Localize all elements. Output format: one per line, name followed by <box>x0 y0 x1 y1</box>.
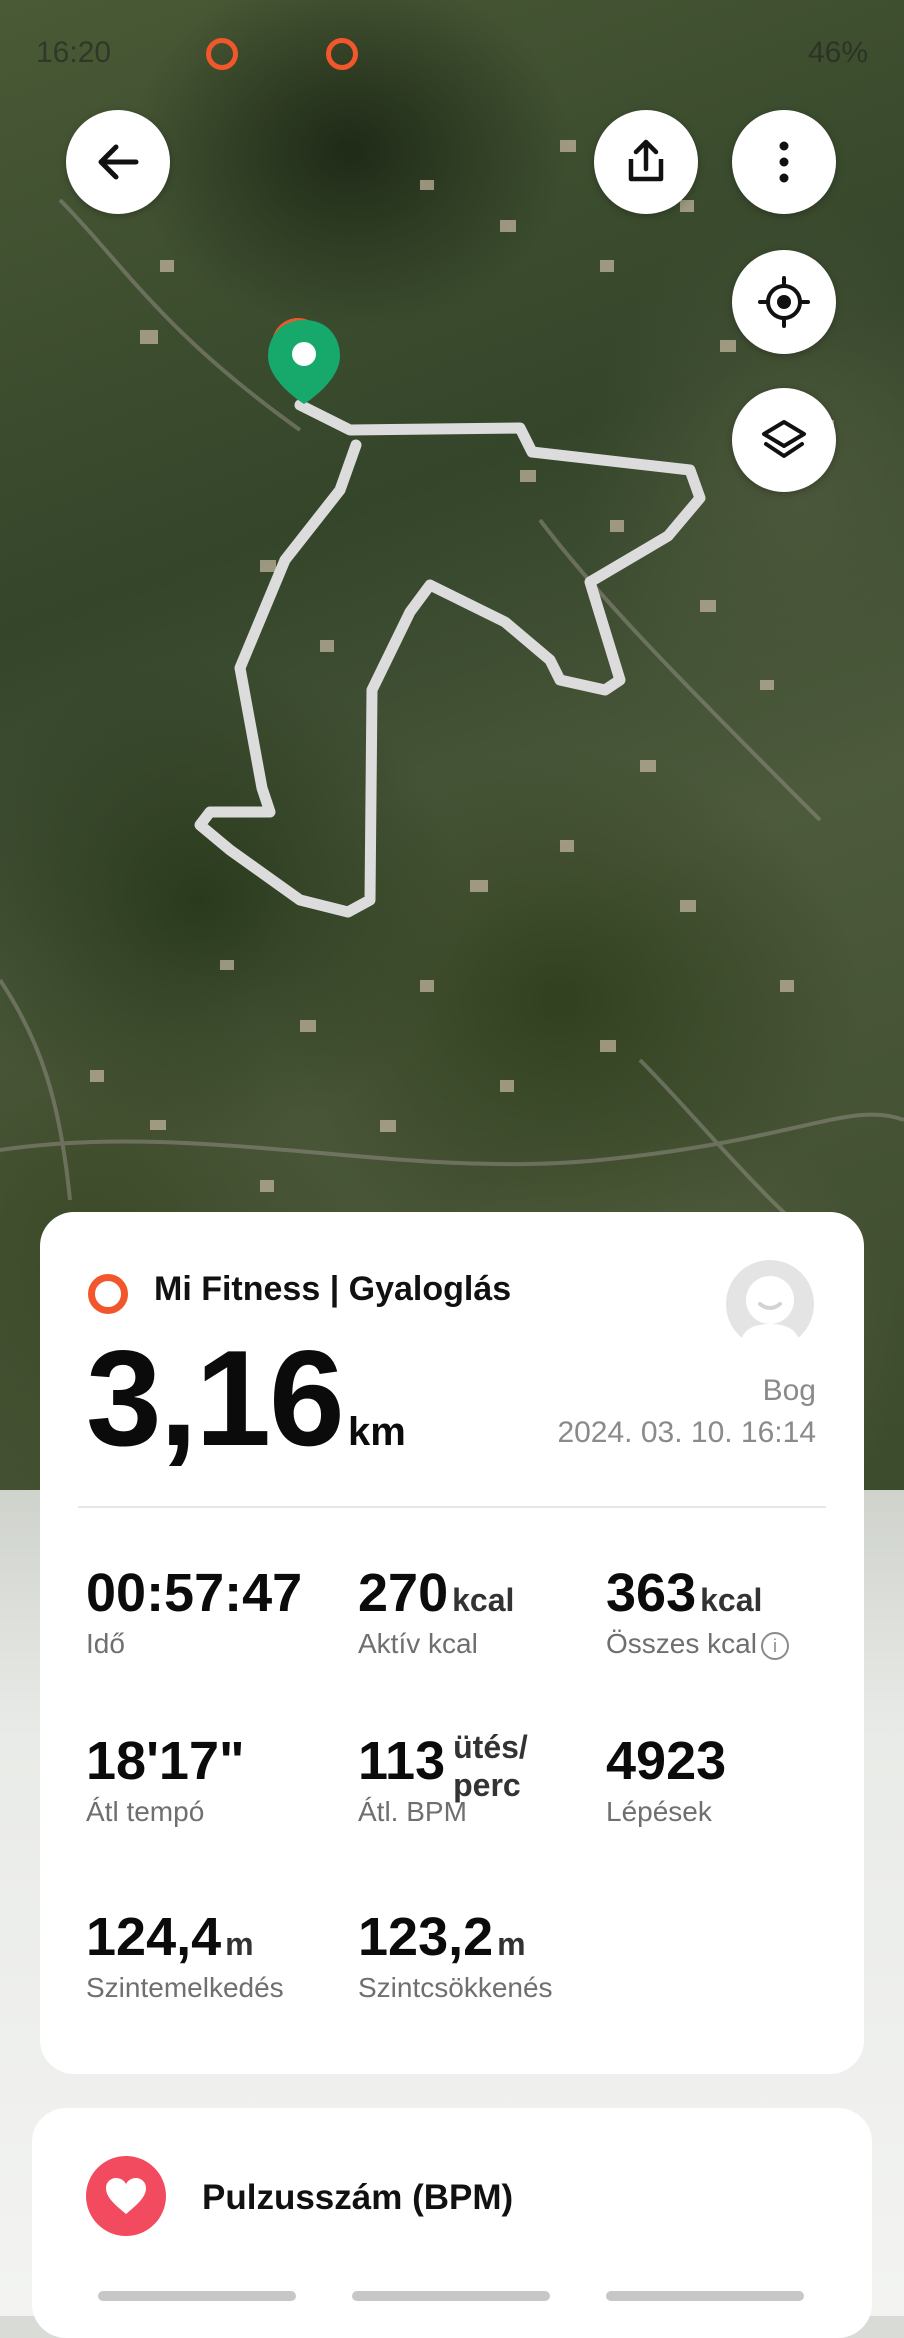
back-button[interactable] <box>66 110 170 214</box>
my-location-icon <box>758 276 810 328</box>
layers-icon <box>762 420 806 458</box>
stat-value: 363 <box>606 1563 697 1623</box>
stat-value: 4923 <box>606 1731 727 1791</box>
notification-ring-icon <box>326 38 358 70</box>
stat-unit: ütés/ <box>453 1729 528 1765</box>
stat-label: Aktív kcal <box>358 1628 478 1659</box>
stat-value: 18'17" <box>86 1731 245 1791</box>
page-indicator <box>352 2291 550 2301</box>
page-indicator <box>98 2291 296 2301</box>
stat-label: Átl tempó <box>86 1796 205 1827</box>
stat-label: Szintemelkedés <box>86 1972 284 2003</box>
stat-unit: m <box>497 1926 526 1962</box>
stat-unit: m <box>225 1926 254 1962</box>
stat-value: 124,4 <box>86 1907 222 1967</box>
workout-datetime: 2024. 03. 10. 16:14 <box>557 1416 816 1449</box>
stat-elevation-gain: 124,4 m Szintemelkedés <box>86 1906 284 2004</box>
avatar[interactable] <box>726 1260 814 1348</box>
map-roads <box>0 198 904 1282</box>
distance-value: 3,16 <box>86 1322 345 1474</box>
stat-label: Szintcsökkenés <box>358 1972 553 2003</box>
user-avatar-icon <box>740 1276 800 1348</box>
stat-duration: 00:57:47 Idő <box>86 1562 302 1660</box>
my-location-button[interactable] <box>732 250 836 354</box>
stat-value: 113 <box>358 1731 446 1791</box>
distance-unit: km <box>348 1410 406 1454</box>
stat-label: Idő <box>86 1628 125 1659</box>
heart-rate-title: Pulzusszám (BPM) <box>202 2178 514 2217</box>
more-options-button[interactable] <box>732 110 836 214</box>
stat-label: Összes kcal <box>606 1628 757 1659</box>
route-track <box>194 399 706 918</box>
status-bar: 16:20 46% <box>0 0 904 110</box>
stat-avg-pace: 18'17" Átl tempó <box>86 1730 245 1828</box>
divider <box>78 1506 826 1508</box>
battery-level: 46% <box>807 36 868 69</box>
activity-type-icon <box>88 1274 128 1314</box>
layers-button[interactable] <box>732 388 836 492</box>
user-name: Bog <box>762 1374 816 1407</box>
stat-total-kcal: 363 kcal Összes kcal i <box>606 1562 789 1660</box>
info-icon[interactable]: i <box>760 1631 789 1660</box>
share-button[interactable] <box>594 110 698 214</box>
stat-value: 270 <box>358 1563 449 1623</box>
back-arrow-icon <box>98 144 139 180</box>
stat-unit: kcal <box>452 1582 515 1618</box>
map-buildings <box>90 140 834 1192</box>
share-icon <box>628 139 664 182</box>
stat-active-kcal: 270 kcal Aktív kcal <box>358 1562 514 1660</box>
workout-source: Mi Fitness | Gyaloglás <box>154 1270 512 1308</box>
page-indicator <box>606 2291 804 2301</box>
heart-rate-section[interactable]: Pulzusszám (BPM) <box>32 2108 872 2338</box>
workout-summary-card: Mi Fitness | Gyaloglás 3,16 km Bog 2024.… <box>40 1212 864 2074</box>
notification-ring-icon <box>206 38 238 70</box>
stat-value: 123,2 <box>358 1907 494 1967</box>
stat-avg-bpm: 113 ütés/ perc Átl. BPM <box>358 1729 528 1828</box>
stat-label: Lépések <box>606 1796 712 1827</box>
heart-icon <box>86 2156 166 2236</box>
stat-elevation-loss: 123,2 m Szintcsökkenés <box>358 1906 553 2004</box>
stat-unit: kcal <box>700 1582 763 1618</box>
status-time: 16:20 <box>36 36 112 69</box>
more-vert-icon <box>779 141 789 183</box>
start-pin-icon <box>268 320 340 404</box>
stat-steps: 4923 Lépések <box>606 1730 726 1828</box>
stat-value: 00:57:47 <box>86 1563 303 1623</box>
